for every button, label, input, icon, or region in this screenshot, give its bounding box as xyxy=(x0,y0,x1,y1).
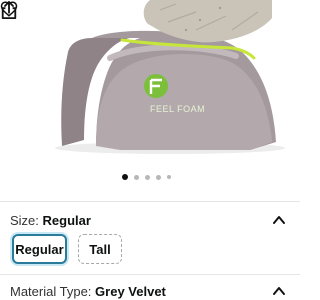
material-selector-header: Material Type: Grey Velvet xyxy=(10,284,166,299)
material-value: Grey Velvet xyxy=(95,284,166,299)
size-label: Size: xyxy=(10,213,39,228)
section-divider xyxy=(0,201,300,202)
carousel-dot[interactable] xyxy=(122,174,128,180)
section-divider xyxy=(0,274,300,275)
product-image-gallery[interactable]: FEEL FOAM xyxy=(0,0,300,196)
size-value: Regular xyxy=(42,213,91,228)
carousel-indicator[interactable] xyxy=(122,174,171,180)
brand-logo-text: FEEL FOAM xyxy=(150,104,206,114)
carousel-dot[interactable] xyxy=(156,174,161,180)
size-option-regular[interactable]: Regular xyxy=(12,234,67,264)
footrest-product-image xyxy=(55,0,285,154)
chevron-up-icon[interactable] xyxy=(272,213,286,227)
size-selector-header: Size: Regular xyxy=(10,213,91,228)
carousel-dot[interactable] xyxy=(145,174,150,180)
carousel-dot[interactable] xyxy=(167,175,171,179)
chevron-up-icon[interactable] xyxy=(272,284,286,298)
share-icon[interactable] xyxy=(0,0,18,20)
size-option-tall[interactable]: Tall xyxy=(78,234,122,264)
material-label: Material Type: xyxy=(10,284,92,299)
carousel-dot[interactable] xyxy=(134,174,139,180)
